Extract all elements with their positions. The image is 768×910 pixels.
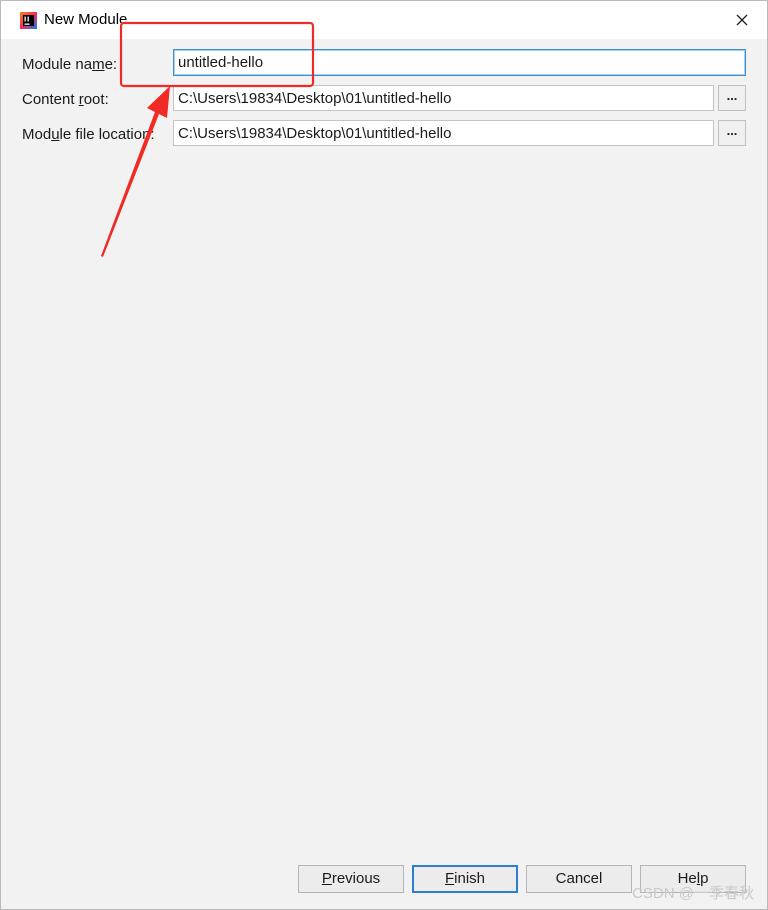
module-name-label: Module name: [22,56,118,73]
close-icon[interactable] [731,9,753,31]
cancel-button[interactable]: Cancel [526,865,632,893]
finish-button[interactable]: Finish [412,865,518,893]
previous-button[interactable]: Previous [298,865,404,893]
dialog-content: Module name: Content root: ... Module fi… [10,39,758,907]
intellij-app-icon [20,12,37,29]
module-file-location-label: Module file location: [22,126,155,143]
content-root-input[interactable] [173,85,714,111]
content-root-browse-button[interactable]: ... [718,85,746,111]
new-module-dialog: New Module Module name: Content root: ..… [0,0,768,910]
module-file-location-browse-button[interactable]: ... [718,120,746,146]
title-bar[interactable]: New Module [1,1,767,39]
csdn-watermark: CSDN @一季春秋 [632,885,754,902]
dialog-title: New Module [44,11,128,28]
module-name-input[interactable] [173,49,746,76]
module-file-location-input[interactable] [173,120,714,146]
content-root-label: Content root: [22,91,109,108]
